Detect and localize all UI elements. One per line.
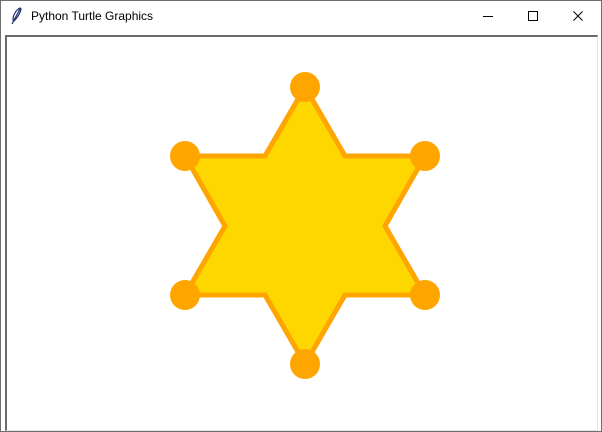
star-tip-dot xyxy=(410,280,440,310)
maximize-button[interactable] xyxy=(510,1,556,31)
maximize-icon xyxy=(528,11,538,21)
feather-icon xyxy=(9,7,25,25)
title-bar[interactable]: Python Turtle Graphics xyxy=(1,1,601,32)
star-tip-dot xyxy=(290,349,320,379)
minimize-button[interactable] xyxy=(465,1,511,31)
star-tip-dot xyxy=(290,72,320,102)
drawing-surface xyxy=(170,72,440,379)
close-icon xyxy=(573,11,583,21)
star-tip-dot xyxy=(410,141,440,171)
minimize-icon xyxy=(483,16,493,17)
star-shape xyxy=(180,82,430,369)
star-tip-dot xyxy=(170,280,200,310)
star-tip-dot xyxy=(170,141,200,171)
window-title: Python Turtle Graphics xyxy=(31,9,154,23)
turtle-canvas[interactable] xyxy=(5,35,598,431)
turtle-window: Python Turtle Graphics xyxy=(0,0,602,432)
close-button[interactable] xyxy=(555,1,601,31)
